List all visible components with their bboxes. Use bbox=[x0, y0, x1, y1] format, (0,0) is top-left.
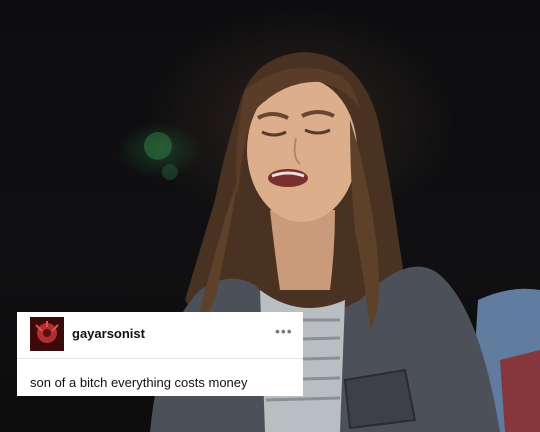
photo-background: gayarsonist ••• son of a bitch everythin… bbox=[0, 0, 540, 432]
username[interactable]: gayarsonist bbox=[72, 326, 145, 341]
post-text: son of a bitch everything costs money bbox=[30, 375, 248, 390]
post-header: gayarsonist ••• bbox=[17, 312, 303, 359]
stage-light-blur bbox=[144, 132, 172, 160]
jacket-pocket bbox=[343, 368, 417, 430]
background-figure-red bbox=[500, 350, 540, 432]
more-options-icon[interactable]: ••• bbox=[275, 324, 292, 338]
stage-light-blur-small bbox=[162, 164, 178, 180]
avatar[interactable] bbox=[30, 317, 64, 351]
post-card: gayarsonist ••• son of a bitch everythin… bbox=[17, 312, 303, 396]
neck bbox=[270, 210, 335, 290]
avatar-image-icon bbox=[30, 317, 64, 351]
